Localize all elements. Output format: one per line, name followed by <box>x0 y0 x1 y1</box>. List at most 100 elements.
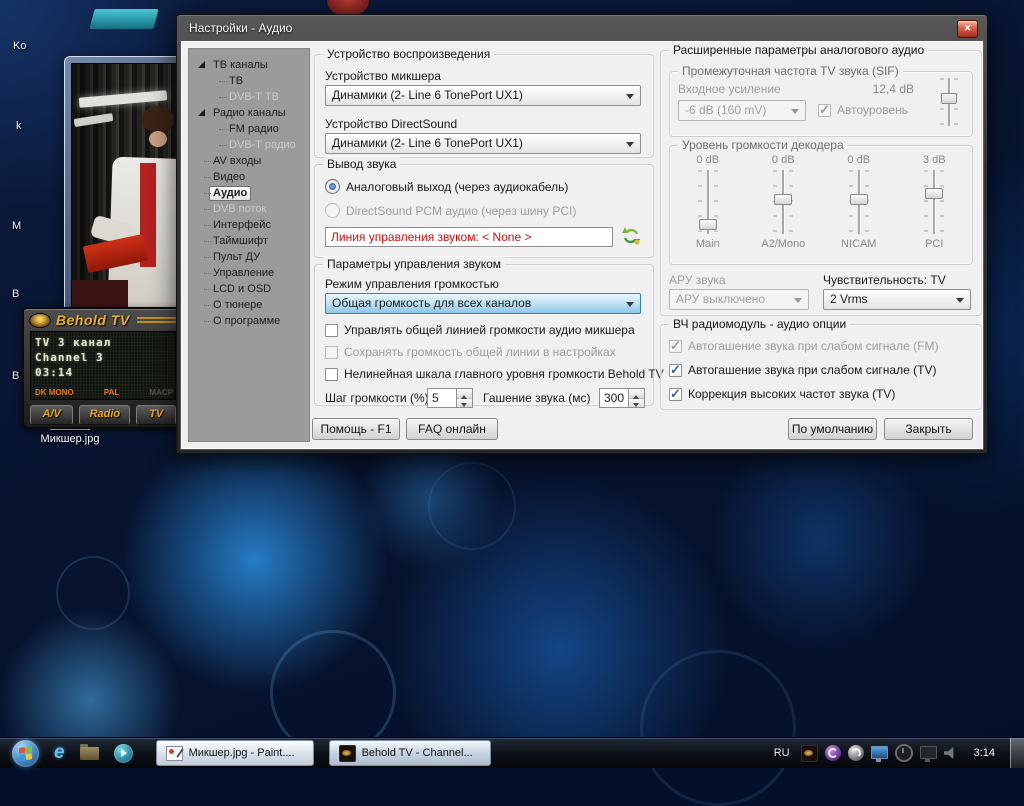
sidebar-item-lcd-osd[interactable]: LCD и OSD <box>189 281 309 297</box>
lcd-clock: 03:14 <box>35 365 171 380</box>
checkbox-unchecked-icon[interactable] <box>325 368 338 381</box>
mute-time-spinner[interactable]: 300 <box>599 388 645 408</box>
clock[interactable]: 3:14 <box>974 747 995 759</box>
mixer-device-combo[interactable]: Динамики (2- Line 6 TonePort UX1) <box>325 85 641 106</box>
group-volume-control: Параметры управления звуком Режим управл… <box>314 264 654 406</box>
task-button-behold-tv[interactable]: Behold TV - Channel... <box>329 740 491 766</box>
radio-directsound-pcm: DirectSound PCM аудио (через шину PCI) <box>325 203 576 218</box>
slider-column-main: 0 dB Main <box>670 154 746 250</box>
skin-av-button[interactable]: A/V <box>30 405 73 425</box>
tv-scene-lamp <box>74 113 114 127</box>
lcd-channel-label: Channel 3 <box>35 350 171 365</box>
dialog-content: ТВ каналы ТВ DVB-T ТВ Радио каналы FM ра… <box>181 41 983 449</box>
tv-scene-person <box>142 106 174 132</box>
tray-swirl-app-icon[interactable] <box>848 745 864 761</box>
directsound-device-combo[interactable]: Динамики (2- Line 6 TonePort UX1) <box>325 133 641 154</box>
sidebar-item-dvbt-tv: DVB-T ТВ <box>189 89 309 105</box>
help-button[interactable]: Помощь - F1 <box>312 418 400 440</box>
sidebar-item-fm-radio[interactable]: FM радио <box>189 121 309 137</box>
decoder-slider-nicam <box>849 170 869 234</box>
sidebar-item-video[interactable]: Видео <box>189 169 309 185</box>
start-button[interactable] <box>12 740 39 767</box>
tray-purple-app-icon[interactable] <box>825 745 841 761</box>
sidebar-item-dvb-stream: DVB поток <box>189 201 309 217</box>
sidebar-item-tv[interactable]: ТВ <box>189 73 309 89</box>
radio-selected-icon[interactable] <box>325 179 340 194</box>
skin-header: Behold TV <box>24 309 182 331</box>
desktop-icon-label-partial[interactable]: M <box>12 220 21 232</box>
desktop-icon-label-partial[interactable]: k <box>16 120 22 132</box>
system-tray: RU 3:14 <box>774 738 1024 768</box>
tray-behold-tv-icon[interactable] <box>801 745 818 762</box>
desktop-icon-label-partial[interactable]: B <box>12 288 19 300</box>
sidebar-item-about-tuner[interactable]: О тюнере <box>189 297 309 313</box>
checkbox-checked-icon[interactable] <box>669 388 682 401</box>
spin-down-icon[interactable] <box>457 399 472 408</box>
lcd-indicator-pal: PAL <box>104 388 119 397</box>
sensitivity-label: Чувствительность: TV <box>823 273 946 287</box>
sidebar-item-timeshift[interactable]: Таймшифт <box>189 233 309 249</box>
paint-icon <box>166 746 183 761</box>
spin-down-icon[interactable] <box>629 399 644 408</box>
checkbox-disabled-icon <box>325 346 338 359</box>
sidebar-item-interface[interactable]: Интерфейс <box>189 217 309 233</box>
close-icon[interactable]: ✕ <box>957 20 978 38</box>
checkbox-control-mixer-line[interactable]: Управлять общей линией громкости аудио м… <box>325 323 635 337</box>
refresh-icon[interactable] <box>621 226 641 246</box>
spin-up-icon[interactable] <box>457 389 472 399</box>
desktop-icon-label-partial[interactable]: Ko <box>13 40 26 52</box>
skin-tv-button[interactable]: TV <box>136 405 176 425</box>
sidebar-item-radio-channels[interactable]: Радио каналы <box>189 105 309 121</box>
media-player-icon[interactable] <box>114 744 133 763</box>
tray-volume-icon[interactable] <box>944 747 957 759</box>
language-indicator[interactable]: RU <box>774 747 790 759</box>
sidebar-item-control[interactable]: Управление <box>189 265 309 281</box>
internet-explorer-icon[interactable]: e <box>54 739 65 767</box>
checkbox-hf-correction[interactable]: Коррекция высоких частот звука (TV) <box>669 387 895 401</box>
checkbox-checked-icon[interactable] <box>669 364 682 377</box>
tray-display-icon[interactable] <box>871 746 888 759</box>
sidebar-item-av-inputs[interactable]: AV входы <box>189 153 309 169</box>
sidebar-item-tv-channels[interactable]: ТВ каналы <box>189 57 309 73</box>
spin-up-icon[interactable] <box>629 389 644 399</box>
desktop-icon-label-partial[interactable]: B <box>12 370 19 382</box>
close-button[interactable]: Закрыть <box>884 418 973 440</box>
volume-step-spinner[interactable]: 5 <box>427 388 473 408</box>
volume-step-label: Шаг громкости (%) <box>325 391 429 405</box>
behold-tv-icon <box>339 745 356 762</box>
sidebar-item-remote[interactable]: Пульт ДУ <box>189 249 309 265</box>
checkbox-unchecked-icon[interactable] <box>325 324 338 337</box>
tree-expander-icon[interactable] <box>198 109 205 116</box>
decoder-slider-main <box>698 170 718 234</box>
sound-control-line-field[interactable]: Линия управления звуком: < None > <box>325 227 613 247</box>
tree-expander-icon[interactable] <box>198 61 205 68</box>
lcd-channel-name: TV 3 канал <box>35 335 171 350</box>
show-desktop-button[interactable] <box>1010 738 1024 768</box>
checkbox-disabled-checked-icon <box>818 104 831 117</box>
sidebar-item-audio-selected[interactable]: Аудио <box>189 185 309 201</box>
volume-mode-combo[interactable]: Общая громкость для всех каналов <box>325 293 641 314</box>
tv-scene-lamp <box>79 90 167 108</box>
skin-lcd-display: TV 3 канал Channel 3 03:14 DK MONO PAL M… <box>30 331 176 400</box>
tv-scene-person <box>149 131 167 147</box>
volume-mode-label: Режим управления громкостью <box>325 277 499 291</box>
skin-radio-button[interactable]: Radio <box>79 405 130 425</box>
checkbox-nonlinear-scale[interactable]: Нелинейная шкала главного уровня громкос… <box>325 367 664 381</box>
mixer-device-label: Устройство микшера <box>325 69 441 83</box>
dialog-title: Настройки - Аудио <box>189 15 292 41</box>
behold-tv-skin-window[interactable]: Behold TV TV 3 канал Channel 3 03:14 DK … <box>22 307 184 429</box>
sensitivity-combo[interactable]: 2 Vrms <box>823 289 971 310</box>
tray-clock-app-icon[interactable] <box>895 744 913 762</box>
behold-logo-icon <box>29 313 51 328</box>
checkbox-automute-tv[interactable]: Автогашение звука при слабом сигнале (TV… <box>669 363 936 377</box>
gain-db-value: 12,4 dB <box>873 82 914 96</box>
sidebar-item-about-program[interactable]: О программе <box>189 313 309 329</box>
explorer-folder-icon[interactable] <box>80 747 99 760</box>
checkbox-save-line-volume: Сохранять громкость общей линии в настро… <box>325 345 616 359</box>
input-gain-combo: -6 dB (160 mV) <box>678 100 806 121</box>
defaults-button[interactable]: По умолчанию <box>788 418 877 440</box>
radio-analog-output[interactable]: Аналоговый выход (через аудиокабель) <box>325 179 568 194</box>
faq-button[interactable]: FAQ онлайн <box>406 418 498 440</box>
task-button-paint[interactable]: Микшер.jpg - Paint.... <box>156 740 314 766</box>
tray-network-icon[interactable] <box>920 746 937 759</box>
